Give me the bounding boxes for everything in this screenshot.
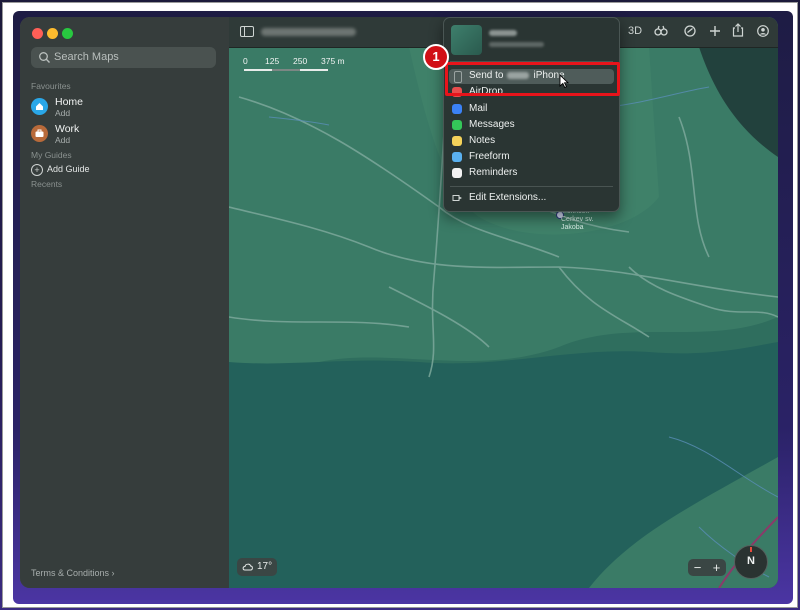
- menu-item-label: Notes: [469, 135, 496, 146]
- compass-button[interactable]: N: [734, 545, 768, 579]
- scale-label-1: 125: [265, 56, 280, 66]
- look-around-icon[interactable]: [654, 25, 668, 37]
- highlight-box: [445, 62, 620, 96]
- close-window-button[interactable]: [32, 28, 43, 39]
- sidebar-toggle-icon[interactable]: [240, 26, 254, 37]
- compass-north-tick: [750, 547, 752, 552]
- plus-circle-icon: +: [31, 164, 43, 176]
- terms-link[interactable]: Terms & Conditions ›: [31, 568, 115, 578]
- menu-item-edit-extensions[interactable]: Edit Extensions...: [449, 191, 614, 206]
- zoom-in-button[interactable]: +: [707, 559, 726, 576]
- menu-item-mail[interactable]: Mail: [449, 102, 614, 117]
- menu-item-label: Edit Extensions...: [469, 192, 547, 203]
- sidebar: Search Maps Favourites Home Add Work Add…: [20, 17, 230, 588]
- mouse-cursor-icon: [559, 74, 569, 88]
- menu-item-label: Mail: [469, 103, 488, 114]
- search-input[interactable]: Search Maps: [31, 47, 216, 68]
- menu-item-freeform[interactable]: Freeform: [449, 150, 614, 165]
- scale-label-2: 250: [293, 56, 308, 66]
- my-guides-heading: My Guides: [31, 150, 72, 160]
- minimize-window-button[interactable]: [47, 28, 58, 39]
- scale-bar-segment: [300, 69, 328, 71]
- menu-item-reminders[interactable]: Reminders: [449, 166, 614, 181]
- view-3d-button[interactable]: 3D: [628, 25, 642, 37]
- extensions-icon: [452, 195, 462, 201]
- home-icon: [31, 98, 48, 115]
- favourite-home-sub: Add: [55, 108, 71, 118]
- weather-widget[interactable]: 17°: [237, 558, 277, 576]
- favourite-home-name: Home: [55, 96, 84, 108]
- messages-icon: [452, 120, 462, 130]
- favourite-work-sub: Add: [55, 135, 71, 145]
- favourite-home[interactable]: Home Add: [31, 96, 211, 120]
- freeform-icon: [452, 152, 462, 162]
- reminders-icon: [452, 168, 462, 178]
- account-icon[interactable]: [757, 25, 769, 37]
- share-subtitle-blurred: [489, 42, 544, 47]
- add-guide-button[interactable]: + Add Guide: [31, 163, 151, 177]
- favourites-heading: Favourites: [31, 81, 71, 91]
- menu-separator: [450, 186, 613, 187]
- menu-item-label: Messages: [469, 119, 515, 130]
- zoom-window-button[interactable]: [62, 28, 73, 39]
- zoom-out-button[interactable]: −: [688, 559, 707, 576]
- compass-label: N: [747, 555, 755, 567]
- poi-line: Jakoba: [561, 224, 584, 231]
- notes-icon: [452, 136, 462, 146]
- step-number-badge: 1: [423, 44, 449, 70]
- menu-item-notes[interactable]: Notes: [449, 134, 614, 149]
- cloud-icon: [242, 563, 253, 571]
- share-menu: Send to iPhone AirDrop Mail Messages Note…: [443, 17, 620, 212]
- menu-item-label: Freeform: [469, 151, 510, 162]
- menu-item-label: Reminders: [469, 167, 518, 178]
- recents-heading: Recents: [31, 179, 63, 189]
- search-icon: [39, 52, 50, 63]
- poi-line: Cerkev sv.: [561, 216, 594, 223]
- search-placeholder: Search Maps: [54, 51, 119, 63]
- add-guide-label: Add Guide: [47, 164, 90, 174]
- share-title-blurred: [489, 30, 517, 36]
- mail-icon: [452, 104, 462, 114]
- tracking-icon[interactable]: [684, 25, 696, 37]
- maps-window: Search Maps Favourites Home Add Work Add…: [20, 17, 778, 588]
- add-icon[interactable]: [709, 25, 721, 37]
- scale-bar-segment: [272, 69, 300, 71]
- scale-label-3: 375 m: [321, 56, 345, 66]
- map-thumbnail: [451, 25, 482, 55]
- favourite-work[interactable]: Work Add: [31, 123, 211, 147]
- scale-bar-segment: [244, 69, 272, 71]
- zoom-control: − +: [688, 559, 726, 576]
- briefcase-icon: [31, 125, 48, 142]
- favourite-work-name: Work: [55, 123, 80, 135]
- window-title: [261, 28, 356, 36]
- menu-item-messages[interactable]: Messages: [449, 118, 614, 133]
- scale-label-0: 0: [243, 56, 248, 66]
- share-icon[interactable]: [732, 23, 744, 37]
- weather-temperature: 17°: [257, 561, 273, 572]
